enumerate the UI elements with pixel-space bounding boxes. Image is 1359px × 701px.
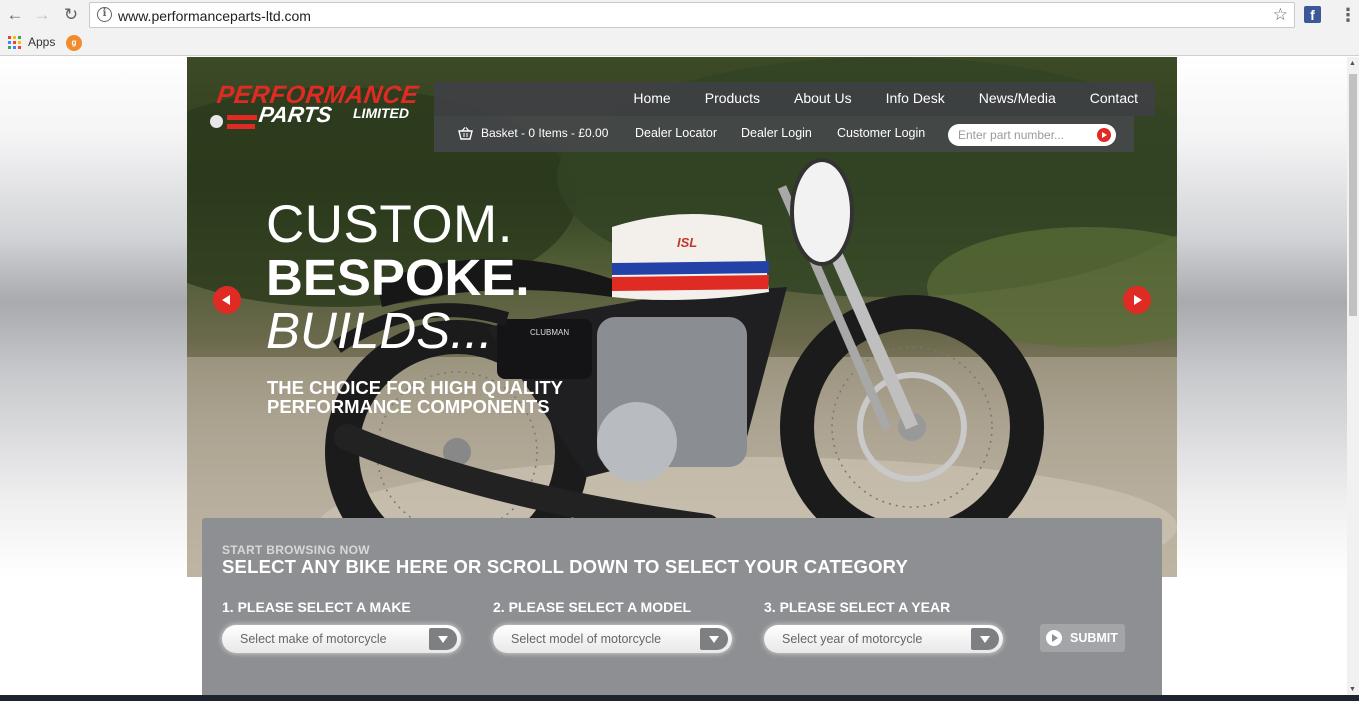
browser-menu-icon[interactable]: ⋮ [1339,5,1357,26]
make-dropdown[interactable]: Select make of motorcycle [222,625,461,653]
bookmark-star-icon[interactable]: ☆ [1273,5,1288,25]
site-info-icon[interactable]: i [97,7,112,22]
basket-link[interactable]: Basket - 0 Items - £0.00 [458,126,608,140]
logo-word-parts: PARTS [257,102,334,127]
make-step-label: 1. PLEASE SELECT A MAKE [222,599,411,615]
page-viewport: ISL CLUBMAN PERFORMANCE PARTS LIMITED Ho… [0,57,1347,695]
dealer-login-link[interactable]: Dealer Login [741,126,812,140]
side-cover-text: CLUBMAN [530,328,569,337]
bookmarks-bar: Apps g [0,30,1359,56]
browser-toolbar: ← → ↻ i www.performanceparts-ltd.com ☆ f… [0,0,1359,30]
year-dropdown-value: Select year of motorcycle [782,632,923,646]
bookmark-apps[interactable]: Apps [28,35,55,49]
scroll-up-icon[interactable]: ▲ [1349,60,1356,67]
submit-button[interactable]: SUBMIT [1040,624,1125,652]
logo-stripe [227,124,255,129]
dealer-locator-link[interactable]: Dealer Locator [635,126,717,140]
bike-selector-panel: START BROWSING NOW SELECT ANY BIKE HERE … [202,518,1162,695]
year-dropdown[interactable]: Select year of motorcycle [764,625,1003,653]
tagline-line-1: THE CHOICE FOR HIGH QUALITY [267,377,563,398]
selector-title: SELECT ANY BIKE HERE OR SCROLL DOWN TO S… [222,556,909,577]
apps-grid-icon[interactable] [8,36,21,49]
facebook-extension-icon[interactable]: f [1304,6,1321,23]
headline-builds: BUILDS... [266,302,493,359]
secondary-navigation: Basket - 0 Items - £0.00 Dealer Locator … [434,116,1134,152]
address-bar[interactable]: i www.performanceparts-ltd.com ☆ [89,2,1295,28]
scrollbar-thumb[interactable] [1349,74,1357,316]
basket-summary: Basket - 0 Items - £0.00 [481,126,609,140]
scroll-down-icon[interactable]: ▼ [1349,686,1356,693]
tagline-line-2: PERFORMANCE COMPONENTS [267,396,550,417]
search-go-icon[interactable] [1097,128,1111,142]
slider-next-arrow-icon[interactable] [1123,286,1151,314]
site-container: ISL CLUBMAN PERFORMANCE PARTS LIMITED Ho… [187,57,1177,695]
headline-bespoke: BESPOKE. [266,249,530,306]
logo-stripe [227,115,257,120]
model-dropdown[interactable]: Select model of motorcycle [493,625,732,653]
nav-about-us[interactable]: About Us [777,82,869,116]
hero-tagline: THE CHOICE FOR HIGH QUALITY PERFORMANCE … [267,378,563,416]
nav-home[interactable]: Home [616,82,687,116]
play-icon [1046,630,1062,646]
nav-contact[interactable]: Contact [1073,82,1155,116]
tank-badge-text: ISL [677,235,697,250]
part-search [948,124,1116,146]
nav-news-media[interactable]: News/Media [962,82,1073,116]
submit-label: SUBMIT [1070,631,1118,645]
make-dropdown-value: Select make of motorcycle [240,632,387,646]
slider-prev-arrow-icon[interactable] [213,286,241,314]
chevron-down-icon[interactable] [700,628,728,650]
chevron-down-icon[interactable] [971,628,999,650]
bookmark-icon[interactable]: g [66,35,82,51]
chevron-down-icon[interactable] [429,628,457,650]
year-step-label: 3. PLEASE SELECT A YEAR [764,599,951,615]
forward-icon[interactable]: → [31,4,53,26]
selector-kicker: START BROWSING NOW [222,543,370,557]
main-navigation: Home Products About Us Info Desk News/Me… [434,82,1155,116]
model-step-label: 2. PLEASE SELECT A MODEL [493,599,692,615]
reload-icon[interactable]: ↻ [60,4,82,26]
site-logo[interactable]: PERFORMANCE PARTS LIMITED [207,81,437,131]
nav-info-desk[interactable]: Info Desk [869,82,962,116]
url-text[interactable]: www.performanceparts-ltd.com [118,8,311,24]
hero-headline: CUSTOM. BESPOKE. BUILDS... [266,197,530,359]
model-dropdown-value: Select model of motorcycle [511,632,662,646]
back-icon[interactable]: ← [4,4,26,26]
headline-custom: CUSTOM. [266,195,513,254]
logo-dot [210,115,223,128]
logo-word-limited: LIMITED [353,105,409,121]
basket-icon [458,126,473,140]
os-taskbar [0,695,1359,701]
hero-slider: ISL CLUBMAN PERFORMANCE PARTS LIMITED Ho… [187,57,1177,577]
customer-login-link[interactable]: Customer Login [837,126,925,140]
part-number-input[interactable] [958,127,1088,143]
page-scrollbar[interactable]: ▲ ▼ [1347,57,1359,695]
nav-products[interactable]: Products [688,82,777,116]
